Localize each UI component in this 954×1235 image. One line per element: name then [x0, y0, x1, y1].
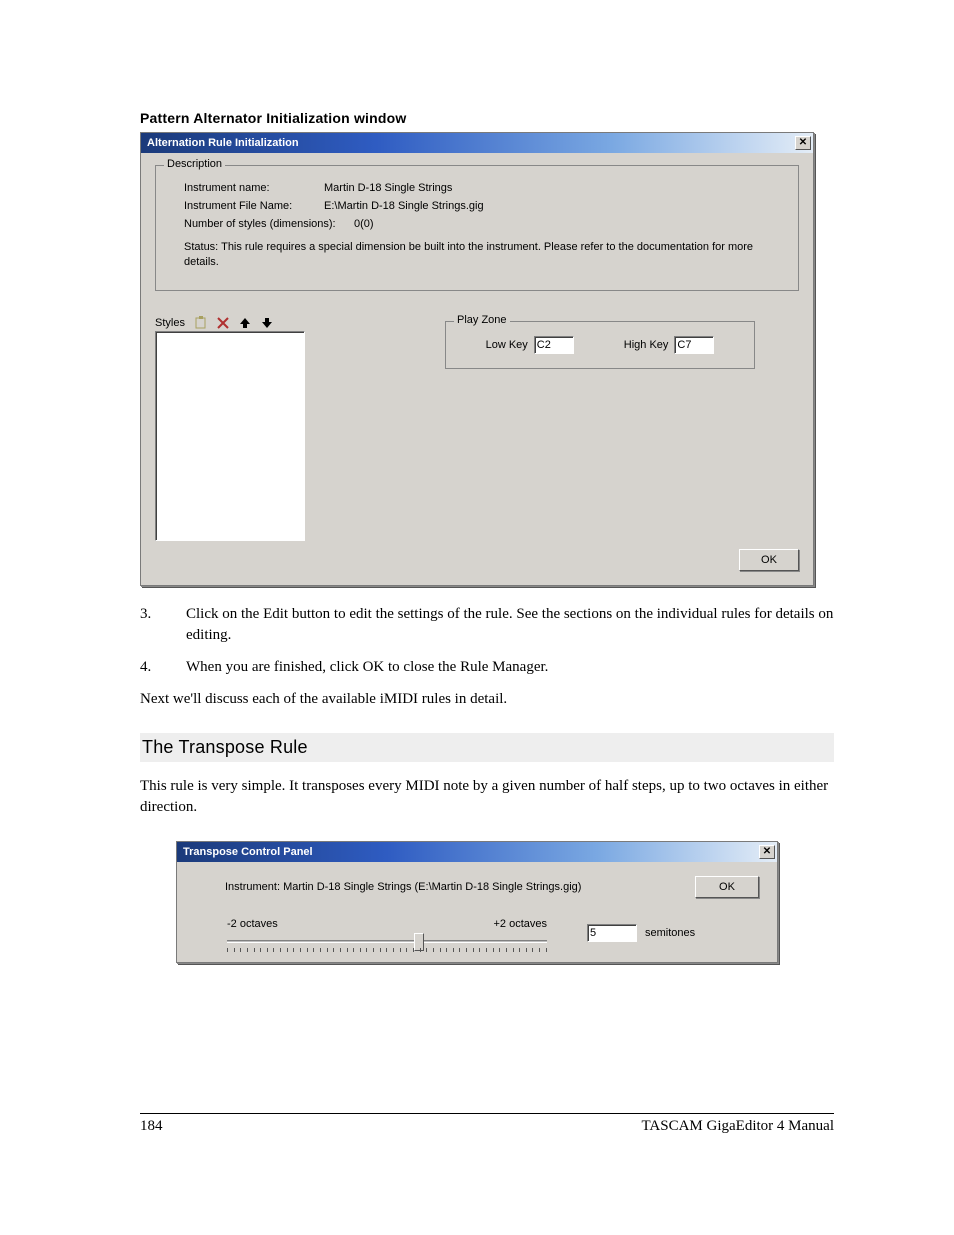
delete-style-icon[interactable]: [215, 315, 231, 331]
playzone-groupbox: Play Zone Low Key High Key: [445, 321, 755, 369]
move-down-icon[interactable]: [259, 315, 275, 331]
ok-button[interactable]: OK: [695, 876, 759, 898]
styles-listbox[interactable]: [155, 331, 305, 541]
section-heading: The Transpose Rule: [140, 733, 834, 762]
window-title: Transpose Control Panel: [183, 846, 313, 858]
alternation-window: Alternation Rule Initialization ✕ Descri…: [140, 132, 814, 586]
instrument-name-label: Instrument name:: [184, 182, 324, 194]
step-text-4: When you are finished, click OK to close…: [186, 657, 548, 679]
instrument-line: Instrument: Martin D-18 Single Strings (…: [225, 881, 581, 893]
page-number: 184: [140, 1118, 163, 1135]
instrument-file-value: E:\Martin D-18 Single Strings.gig: [324, 200, 484, 212]
lowkey-label: Low Key: [486, 339, 528, 351]
slider-left-label: -2 octaves: [227, 918, 278, 930]
step-text-3: Click on the Edit button to edit the set…: [186, 604, 834, 648]
new-style-icon[interactable]: [193, 315, 209, 331]
ok-button[interactable]: OK: [739, 549, 799, 571]
lowkey-input[interactable]: [534, 336, 574, 354]
followup-paragraph: Next we'll discuss each of the available…: [140, 689, 834, 711]
status-text: Status: This rule requires a special dim…: [184, 240, 784, 270]
section-paragraph: This rule is very simple. It transposes …: [140, 776, 834, 820]
playzone-legend: Play Zone: [454, 314, 510, 326]
book-title: TASCAM GigaEditor 4 Manual: [641, 1118, 834, 1135]
window-titlebar: Alternation Rule Initialization ✕: [141, 133, 813, 153]
window-title: Alternation Rule Initialization: [147, 137, 299, 149]
step-number-4: 4.: [140, 657, 186, 679]
figure-caption: Pattern Alternator Initialization window: [140, 110, 834, 126]
transpose-window: Transpose Control Panel ✕ Instrument: Ma…: [176, 841, 778, 963]
num-styles-label: Number of styles (dimensions):: [184, 218, 354, 230]
close-button[interactable]: ✕: [795, 136, 811, 150]
footer-rule: [140, 1113, 834, 1114]
description-groupbox: Description Instrument name: Martin D-18…: [155, 165, 799, 291]
slider-right-label: +2 octaves: [493, 918, 547, 930]
semitones-label: semitones: [645, 927, 695, 939]
close-button[interactable]: ✕: [759, 845, 775, 859]
num-styles-value: 0(0): [354, 218, 374, 230]
step-number-3: 3.: [140, 604, 186, 648]
semitones-input[interactable]: [587, 924, 637, 942]
slider-ticks: [227, 948, 547, 954]
instrument-name-value: Martin D-18 Single Strings: [324, 182, 452, 194]
slider-rail: [227, 940, 547, 943]
instrument-file-label: Instrument File Name:: [184, 200, 324, 212]
styles-label: Styles: [155, 317, 185, 329]
move-up-icon[interactable]: [237, 315, 253, 331]
highkey-label: High Key: [624, 339, 669, 351]
description-legend: Description: [164, 158, 225, 170]
highkey-input[interactable]: [674, 336, 714, 354]
window-titlebar: Transpose Control Panel ✕: [177, 842, 777, 862]
